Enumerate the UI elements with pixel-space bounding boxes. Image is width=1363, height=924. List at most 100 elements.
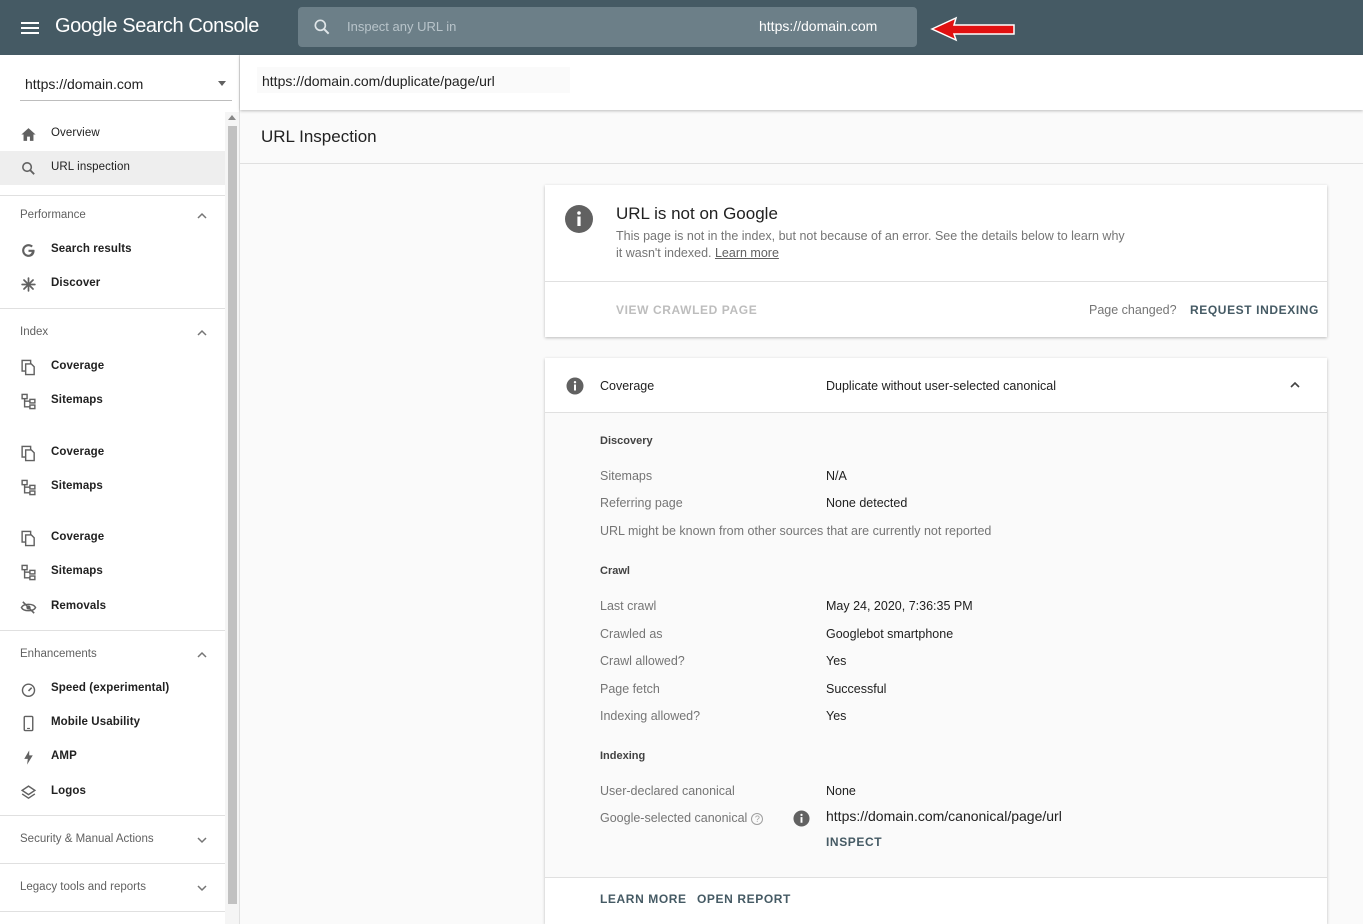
google-canonical-url: https://domain.com/canonical/page/url — [826, 808, 1062, 824]
sidebar-item-label: Coverage — [51, 531, 105, 543]
divider — [0, 195, 225, 196]
sidebar-item-label: Coverage — [51, 446, 105, 458]
detail-value: Yes — [826, 654, 847, 668]
sidebar-item-label: Logos — [51, 785, 86, 797]
divider — [0, 863, 225, 864]
search-prefix: Inspect any URL in — [347, 19, 457, 34]
detail-key: Last crawl — [600, 599, 657, 613]
sidebar-item-coverage[interactable]: Coverage — [0, 521, 225, 555]
section-title: Index — [20, 326, 49, 338]
chevron-up-icon — [197, 329, 207, 336]
sidebar-item-overview[interactable]: Overview — [0, 117, 225, 151]
info-icon — [566, 377, 584, 395]
sidebar-item-label: URL inspection — [51, 161, 130, 173]
coverage-header[interactable]: Coverage Duplicate without user-selected… — [545, 358, 1327, 413]
scrollbar-thumb[interactable] — [228, 126, 237, 904]
section-index[interactable]: Index — [0, 316, 225, 350]
property-bar: https://domain.com — [0, 55, 240, 112]
indexing-title: Indexing — [600, 750, 646, 762]
divider — [0, 630, 225, 631]
sidebar-item-label: Sitemaps — [51, 394, 103, 406]
url-inspect-search[interactable]: Inspect any URL in https://domain.com — [298, 7, 917, 47]
file-copy-icon — [21, 530, 35, 547]
discovery-title: Discovery — [600, 435, 653, 447]
detail-key: Page fetch — [600, 682, 660, 696]
section-enhancements[interactable]: Enhancements — [0, 638, 225, 672]
app-logo[interactable]: Google Search Console — [55, 15, 259, 38]
inspected-url-bar: https://domain.com/duplicate/page/url — [240, 55, 1363, 110]
section-performance[interactable]: Performance — [0, 199, 225, 233]
sidebar-item-label: AMP — [51, 750, 77, 762]
scroll-up-arrow-icon[interactable] — [228, 115, 236, 120]
sidebar-item-label: Mobile Usability — [51, 716, 141, 728]
caret-down-icon — [218, 81, 226, 86]
detail-key: User-declared canonical — [600, 784, 735, 798]
sidebar-item-coverage[interactable]: Coverage — [0, 350, 225, 384]
coverage-label: Coverage — [600, 379, 655, 393]
sidebar-item-mobile-usability[interactable]: Mobile Usability — [0, 706, 225, 740]
coverage-footer: LEARN MORE OPEN REPORT — [545, 878, 1327, 924]
sitemap-icon — [21, 564, 36, 581]
status-description-text: This page is not in the index, but not b… — [616, 229, 1125, 260]
chevron-up-icon[interactable] — [1289, 380, 1301, 390]
divider — [0, 815, 225, 816]
section-title: Performance — [20, 209, 86, 221]
sidebar-item-sitemaps[interactable]: Sitemaps — [0, 384, 225, 418]
inspected-url-field[interactable]: https://domain.com/duplicate/page/url — [257, 67, 570, 93]
view-crawled-page-button[interactable]: VIEW CRAWLED PAGE — [616, 303, 757, 317]
section-security-manual-actions[interactable]: Security & Manual Actions — [0, 823, 225, 857]
property-selector[interactable]: https://domain.com — [20, 67, 232, 101]
detail-value: Successful — [826, 682, 887, 696]
sidebar-item-sitemaps[interactable]: Sitemaps — [0, 555, 225, 589]
sidebar-item-coverage[interactable]: Coverage — [0, 436, 225, 470]
property-value: https://domain.com — [25, 76, 144, 92]
inspect-button[interactable]: INSPECT — [826, 835, 882, 849]
sidebar-item-search-results[interactable]: Search results — [0, 233, 225, 267]
divider — [545, 281, 1327, 282]
detail-key-text: Google-selected canonical — [600, 811, 748, 825]
detail-key: Crawled as — [600, 627, 663, 641]
asterisk-icon — [21, 277, 36, 292]
help-icon[interactable]: ? — [751, 813, 764, 825]
learn-more-link[interactable]: Learn more — [715, 246, 779, 260]
sidebar-item-label: Speed (experimental) — [51, 682, 170, 694]
sidebar-item-amp[interactable]: AMP — [0, 740, 225, 774]
detail-value: N/A — [826, 469, 847, 483]
detail-key: Sitemaps — [600, 469, 653, 483]
sidebar: Overview URL inspection Performance Sear… — [0, 112, 240, 924]
search-icon — [22, 162, 35, 175]
divider — [0, 308, 225, 309]
learn-more-button[interactable]: LEARN MORE — [600, 892, 687, 906]
detail-key: Crawl allowed? — [600, 654, 685, 668]
chevron-up-icon — [197, 651, 207, 658]
section-title: Legacy tools and reports — [20, 881, 146, 893]
red-arrow-icon — [930, 16, 1015, 42]
sidebar-item-label: Discover — [51, 277, 101, 289]
sidebar-item-sitemaps[interactable]: Sitemaps — [0, 470, 225, 504]
section-title: Security & Manual Actions — [20, 833, 154, 845]
chevron-down-icon — [197, 885, 207, 892]
sidebar-item-url-inspection[interactable]: URL inspection — [0, 151, 225, 185]
info-icon[interactable] — [793, 810, 810, 827]
search-icon — [314, 19, 330, 35]
page-title: URL Inspection — [261, 127, 377, 146]
sidebar-item-removals[interactable]: Removals — [0, 590, 225, 624]
status-heading: URL is not on Google — [616, 204, 778, 223]
detail-key: Referring page — [600, 496, 683, 510]
sidebar-item-speed[interactable]: Speed (experimental) — [0, 672, 225, 706]
home-icon — [21, 128, 36, 141]
sidebar-item-label: Search results — [51, 243, 132, 255]
request-indexing-button[interactable]: REQUEST INDEXING — [1190, 303, 1319, 317]
sitemap-icon — [21, 479, 36, 496]
chevron-down-icon — [197, 837, 207, 844]
sidebar-item-discover[interactable]: Discover — [0, 267, 225, 301]
section-title: Enhancements — [20, 648, 97, 660]
sidebar-item-logos[interactable]: Logos — [0, 775, 225, 809]
section-legacy-tools[interactable]: Legacy tools and reports — [0, 871, 225, 905]
sidebar-item-label: Sitemaps — [51, 480, 103, 492]
detail-value: Googlebot smartphone — [826, 627, 954, 641]
search-input[interactable]: https://domain.com — [759, 18, 877, 34]
open-report-button[interactable]: OPEN REPORT — [697, 892, 791, 906]
detail-value: None — [826, 784, 856, 798]
menu-icon[interactable] — [18, 16, 42, 40]
